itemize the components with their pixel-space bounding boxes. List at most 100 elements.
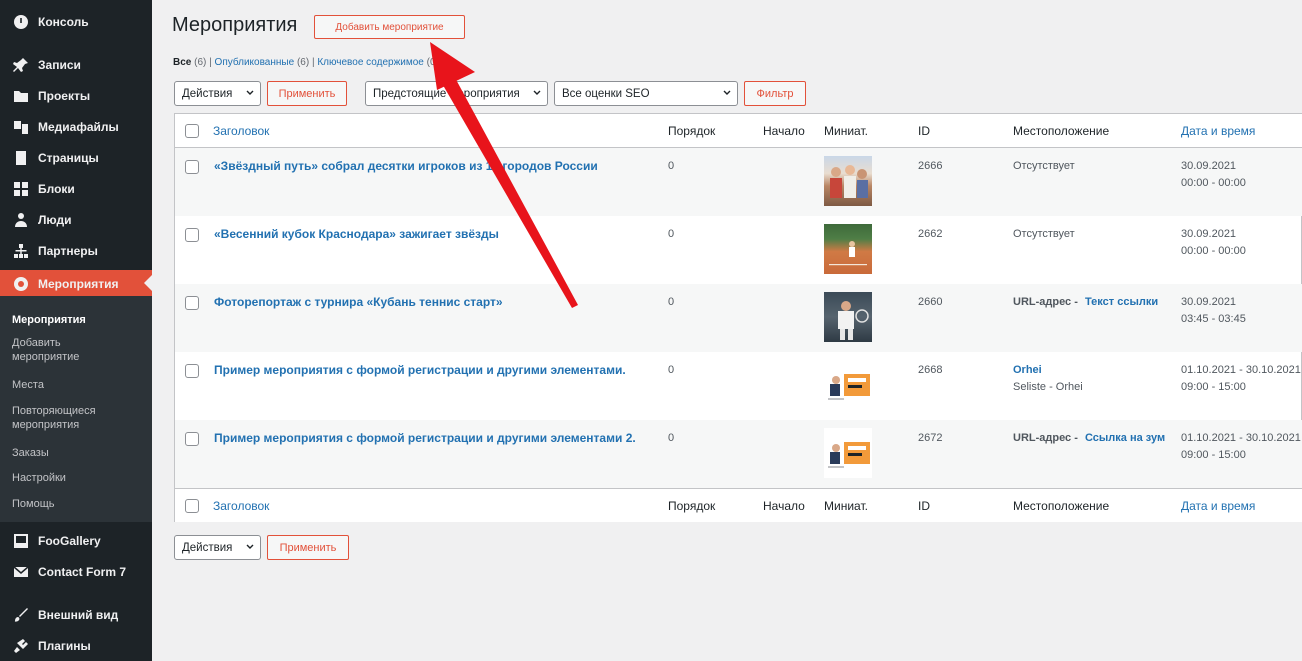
separator: | (311, 57, 315, 68)
row-location: Отсутствует (1013, 160, 1075, 172)
row-title-link[interactable]: «Звёздный путь» собрал десятки игроков и… (214, 158, 598, 174)
column-title[interactable]: Заголовок (213, 124, 269, 138)
select-all-checkbox[interactable] (185, 124, 199, 138)
scope-value: Предстоящие мероприятия (373, 87, 520, 100)
sidebar-item-people[interactable]: Люди (0, 207, 152, 233)
photo-kids-icon[interactable] (824, 156, 872, 206)
brush-icon (12, 606, 30, 624)
submenu-item-settings[interactable]: Настройки (12, 471, 147, 485)
column-order: Порядок (668, 499, 716, 513)
chevron-down-icon (246, 90, 254, 95)
submenu-item-events[interactable]: Мероприятия (12, 313, 147, 327)
row-location-address: Seliste - Orhei (1013, 381, 1083, 393)
banner-icon[interactable] (824, 428, 872, 478)
row-time: 00:00 - 00:00 (1181, 177, 1246, 189)
row-title-link[interactable]: Пример мероприятия с формой регистрации … (214, 430, 636, 446)
chevron-down-icon (246, 544, 254, 549)
sidebar-item-label: Мероприятия (38, 276, 119, 291)
filter-published-count: (6) (296, 57, 310, 68)
apply-button-bottom[interactable]: Применить (267, 535, 349, 560)
sidebar-item-foogallery[interactable]: FooGallery (0, 528, 152, 554)
sidebar-item-posts[interactable]: Записи (0, 52, 152, 78)
row-id: 2672 (918, 432, 943, 444)
column-order: Порядок (668, 124, 716, 138)
filter-keyword-link[interactable]: Ключевое содержимое (317, 57, 424, 68)
scope-select[interactable]: Предстоящие мероприятия (365, 81, 548, 106)
events-submenu: Мероприятия Добавить мероприятие Места П… (0, 296, 152, 522)
row-location-link[interactable]: Ссылка на зум (1085, 430, 1165, 446)
sidebar-item-media[interactable]: Медиафайлы (0, 114, 152, 140)
column-datetime[interactable]: Дата и время (1181, 124, 1255, 138)
sidebar-item-blocks[interactable]: Блоки (0, 176, 152, 202)
sidebar-item-label: Проекты (38, 89, 91, 103)
column-thumb: Миниат. (824, 499, 868, 513)
row-time: 00:00 - 00:00 (1181, 245, 1246, 257)
column-title[interactable]: Заголовок (213, 499, 269, 513)
column-start: Начало (763, 124, 805, 138)
events-table: Заголовок Порядок Начало Миниат. ID Мест… (174, 113, 1302, 522)
column-location: Местоположение (1013, 499, 1110, 513)
sidebar-item-projects[interactable]: Проекты (0, 83, 152, 109)
column-id: ID (918, 499, 930, 513)
sidebar-item-plugins[interactable]: Плагины (0, 633, 152, 659)
column-thumb: Миниат. (824, 124, 868, 138)
row-checkbox[interactable] (185, 432, 199, 446)
sidebar-item-label: Плагины (38, 639, 91, 653)
apply-button[interactable]: Применить (267, 81, 347, 106)
sidebar-item-dashboard[interactable]: Консоль (0, 9, 152, 35)
bulk-action-select-bottom[interactable]: Действия (174, 535, 261, 560)
photo-court-icon[interactable] (824, 224, 872, 274)
table-footer: Заголовок Порядок Начало Миниат. ID Мест… (175, 488, 1302, 522)
sidebar-item-appearance[interactable]: Внешний вид (0, 602, 152, 628)
submenu-item-recurring-events[interactable]: Повторяющиеся мероприятия (12, 404, 112, 432)
row-checkbox[interactable] (185, 364, 199, 378)
submenu-item-locations[interactable]: Места (12, 378, 147, 392)
row-time: 03:45 - 03:45 (1181, 313, 1246, 325)
row-time: 09:00 - 15:00 (1181, 381, 1246, 393)
row-order: 0 (668, 160, 675, 172)
filter-published-link[interactable]: Опубликованные (215, 57, 295, 68)
row-title-link[interactable]: «Весенний кубок Краснодара» зажигает звё… (214, 226, 499, 242)
page-title: Мероприятия (172, 14, 298, 36)
submenu-item-help[interactable]: Помощь (12, 497, 147, 511)
filter-all-link[interactable]: Все (173, 57, 191, 68)
row-checkbox[interactable] (185, 296, 199, 310)
photo-player-icon[interactable] (824, 292, 872, 342)
events-icon (12, 275, 30, 293)
row-time: 09:00 - 15:00 (1181, 449, 1246, 461)
network-icon (12, 242, 30, 260)
row-title-link[interactable]: Фоторепортаж с турнира «Кубань теннис ст… (214, 294, 503, 310)
sidebar-item-label: Contact Form 7 (38, 565, 127, 579)
row-checkbox[interactable] (185, 228, 199, 242)
seo-score-value: Все оценки SEO (562, 87, 650, 100)
row-order: 0 (668, 432, 675, 444)
bulk-action-select[interactable]: Действия (174, 81, 261, 106)
row-title-link[interactable]: Пример мероприятия с формой регистрации … (214, 362, 626, 378)
seo-score-select[interactable]: Все оценки SEO (554, 81, 738, 106)
filter-keyword-count: (0) (426, 57, 439, 68)
sidebar-item-partners[interactable]: Партнеры (0, 238, 152, 264)
row-location-link[interactable]: Orhei (1013, 362, 1042, 378)
separator: | (209, 57, 212, 68)
filter-button[interactable]: Фильтр (744, 81, 806, 106)
sidebar-item-label: Партнеры (38, 244, 98, 258)
row-checkbox[interactable] (185, 160, 199, 174)
row-date: 30.09.2021 (1181, 296, 1237, 308)
add-event-button[interactable]: Добавить мероприятие (314, 15, 465, 39)
sidebar-item-events[interactable]: Мероприятия (0, 270, 152, 297)
row-location-link[interactable]: Текст ссылки (1085, 294, 1158, 310)
select-all-checkbox[interactable] (185, 499, 199, 513)
row-id: 2660 (918, 296, 943, 308)
banner-icon[interactable] (824, 360, 872, 410)
submenu-item-orders[interactable]: Заказы (12, 446, 147, 460)
table-row: Пример мероприятия с формой регистрации … (175, 352, 1302, 420)
submenu-item-add-event[interactable]: Добавить мероприятие (12, 336, 102, 364)
row-id: 2666 (918, 160, 943, 172)
column-datetime[interactable]: Дата и время (1181, 499, 1255, 513)
chevron-down-icon (723, 90, 731, 95)
sidebar-item-pages[interactable]: Страницы (0, 145, 152, 171)
sidebar-item-contact-form[interactable]: Contact Form 7 (0, 559, 152, 585)
row-order: 0 (668, 228, 675, 240)
sidebar-item-label: Записи (38, 58, 81, 72)
page-icon (12, 149, 30, 167)
